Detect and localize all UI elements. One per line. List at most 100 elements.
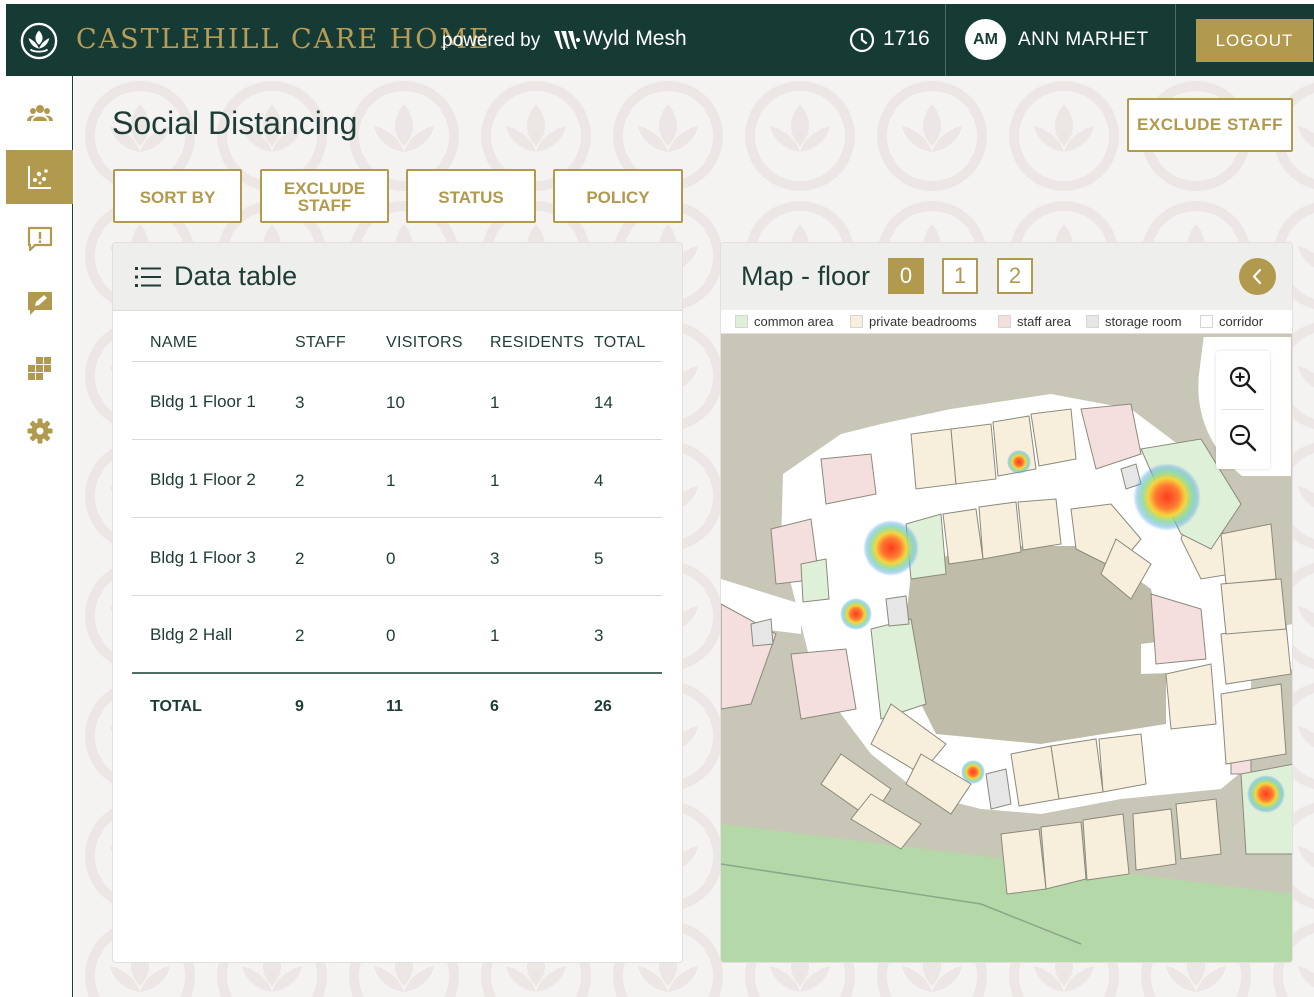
edit-note-icon xyxy=(27,292,52,315)
cell-residents: 1 xyxy=(490,626,500,645)
people-icon xyxy=(26,105,53,121)
clock-counter: 1716 xyxy=(883,27,930,50)
cell-staff: 3 xyxy=(295,393,305,412)
data-table-header: Data table xyxy=(113,243,682,311)
sidebar-item-social-distancing[interactable] xyxy=(6,150,73,204)
column-header-staff[interactable]: STAFF xyxy=(295,334,346,352)
row-divider xyxy=(132,517,662,518)
status-button[interactable]: STATUS xyxy=(406,169,536,223)
heat-spot xyxy=(1133,463,1201,531)
collapse-panel-button[interactable] xyxy=(1239,258,1276,295)
total-divider xyxy=(132,672,662,674)
legend-item-storage-room: storage room xyxy=(1086,314,1182,329)
cell-name: Bldg 2 Hall xyxy=(150,625,233,644)
clock-icon xyxy=(849,27,875,53)
legend-item-common-area: common area xyxy=(735,314,833,329)
divider xyxy=(945,4,946,76)
cell-staff: 2 xyxy=(295,549,305,568)
cell-residents: 3 xyxy=(490,549,500,568)
page-title: Social Distancing xyxy=(112,105,358,141)
zoom-out-icon xyxy=(1229,424,1257,452)
main-content: Social Distancing EXCLUDE STAFF SORT BY … xyxy=(74,76,1314,997)
total-label: TOTAL xyxy=(150,698,202,715)
legend-swatch xyxy=(1086,315,1099,328)
cell-total: 4 xyxy=(594,471,604,490)
logout-button[interactable]: LOGOUT xyxy=(1196,19,1313,62)
sidebar-item-settings[interactable] xyxy=(6,404,73,458)
legend-label: common area xyxy=(754,314,834,329)
column-header-total[interactable]: TOTAL xyxy=(594,334,646,352)
user-name[interactable]: ANN MARHET xyxy=(1018,29,1149,51)
sidebar-item-dashboard[interactable] xyxy=(6,340,73,394)
legend-label: staff area xyxy=(1017,314,1071,329)
legend-item-corridor: corridor xyxy=(1200,314,1263,329)
cell-total: 5 xyxy=(594,549,604,568)
legend-label: private beadrooms xyxy=(869,314,977,329)
total-visitors: 11 xyxy=(386,698,403,715)
zoom-in-icon xyxy=(1229,366,1257,394)
legend-item-staff-area: staff area xyxy=(998,314,1071,329)
column-header-name[interactable]: NAME xyxy=(150,334,197,352)
map-title: Map - floor xyxy=(741,261,871,291)
total-residents: 6 xyxy=(490,698,499,715)
exclude-staff-button[interactable]: EXCLUDE STAFF xyxy=(1127,98,1293,152)
cell-visitors: 1 xyxy=(386,471,396,490)
cell-name: Bldg 1 Floor 2 xyxy=(150,470,256,489)
sidebar-item-alerts[interactable] xyxy=(6,212,73,266)
map-legend: common area private beadrooms staff area… xyxy=(721,310,1292,334)
data-table-card: Data table NAME STAFF VISITORS RESIDENTS… xyxy=(112,242,683,963)
legend-swatch xyxy=(998,315,1011,328)
cell-name: Bldg 1 Floor 3 xyxy=(150,548,256,567)
exclude-staff-filter-label-line1: EXCLUDE xyxy=(283,179,366,198)
cell-residents: 1 xyxy=(490,471,500,490)
powered-by-label: powered by xyxy=(442,30,541,51)
logo-icon xyxy=(20,22,58,60)
floor-map[interactable] xyxy=(721,334,1293,963)
heat-spot xyxy=(961,760,985,784)
row-divider xyxy=(132,595,662,596)
data-table-title: Data table xyxy=(174,261,298,291)
dashboard-grid-icon xyxy=(27,357,51,380)
scatter-chart-icon xyxy=(27,166,51,189)
cell-visitors: 0 xyxy=(386,549,396,568)
zoom-in-button[interactable] xyxy=(1216,351,1270,409)
list-icon xyxy=(135,267,161,287)
partner-name: Wyld Mesh xyxy=(583,27,687,50)
total-staff: 9 xyxy=(295,698,304,715)
legend-swatch xyxy=(850,315,863,328)
floor-button-0[interactable]: 0 xyxy=(888,258,924,294)
cell-staff: 2 xyxy=(295,626,305,645)
exclude-staff-filter-label-line2: STAFF xyxy=(297,196,352,215)
top-bar: CASTLEHILL CARE HOME powered by Wyld Mes… xyxy=(6,4,1314,76)
sidebar-item-notes[interactable] xyxy=(6,277,73,331)
column-header-visitors[interactable]: VISITORS xyxy=(386,334,463,352)
brand-name: CASTLEHILL CARE HOME xyxy=(76,24,491,55)
total-total: 26 xyxy=(594,698,612,715)
map-header: Map - floor 0 1 2 xyxy=(721,243,1292,311)
heat-spot xyxy=(1247,775,1285,813)
cell-staff: 2 xyxy=(295,471,305,490)
row-divider xyxy=(132,439,662,440)
column-header-residents[interactable]: RESIDENTS xyxy=(490,334,584,352)
zoom-out-button[interactable] xyxy=(1216,409,1270,467)
legend-swatch xyxy=(735,315,748,328)
cell-residents: 1 xyxy=(490,393,500,412)
gear-icon xyxy=(27,418,52,444)
heat-spot xyxy=(1007,450,1031,474)
floor-button-2[interactable]: 2 xyxy=(997,258,1033,294)
wyld-mesh-logo-icon xyxy=(554,31,580,49)
heat-spot xyxy=(840,598,872,630)
sidebar xyxy=(6,76,73,997)
sort-by-button[interactable]: SORT BY xyxy=(113,169,242,223)
zoom-controls xyxy=(1216,351,1270,469)
exclude-staff-filter-button[interactable]: EXCLUDE STAFF xyxy=(260,169,389,223)
cell-visitors: 10 xyxy=(386,393,405,412)
sidebar-item-people[interactable] xyxy=(6,87,73,141)
legend-label: corridor xyxy=(1219,314,1264,329)
header-divider xyxy=(132,361,662,362)
policy-button[interactable]: POLICY xyxy=(553,169,683,223)
avatar[interactable]: AM xyxy=(965,19,1006,60)
cell-visitors: 0 xyxy=(386,626,396,645)
floor-button-1[interactable]: 1 xyxy=(942,258,978,294)
map-card: Map - floor 0 1 2 common area private be… xyxy=(720,242,1293,963)
